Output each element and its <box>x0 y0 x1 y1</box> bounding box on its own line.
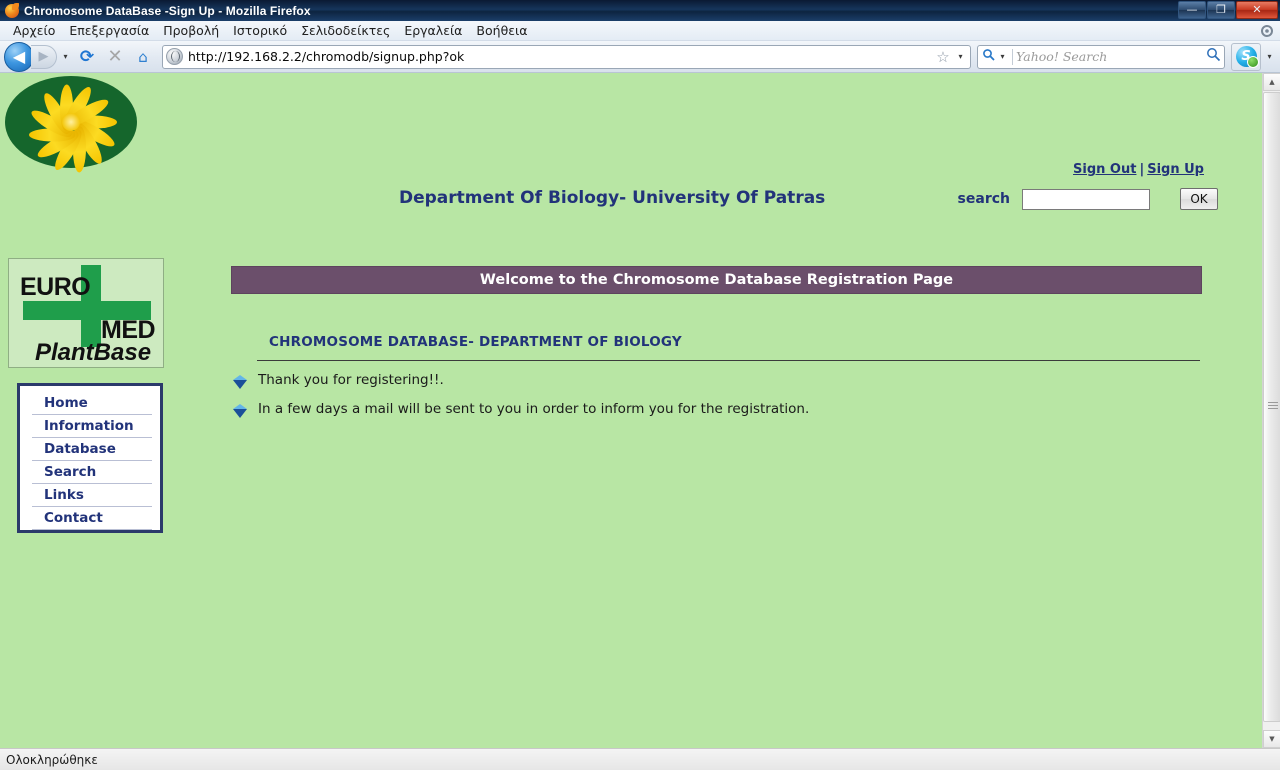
welcome-banner: Welcome to the Chromosome Database Regis… <box>231 266 1202 294</box>
menu-item-edit[interactable]: Επεξεργασία <box>62 22 156 39</box>
nav-item-database[interactable]: Database <box>32 438 152 461</box>
euromed-euro-text: EURO <box>20 273 91 301</box>
skype-dropdown-icon[interactable]: ▾ <box>1263 52 1276 61</box>
search-go-icon[interactable] <box>1206 47 1221 66</box>
web-page: Department Of Biology- University Of Pat… <box>0 73 1262 748</box>
stop-icon[interactable]: ✕ <box>102 44 128 70</box>
window-controls: — ❐ ✕ <box>1178 1 1278 19</box>
search-engine-icon[interactable] <box>981 48 996 65</box>
reload-icon[interactable]: ⟳ <box>74 44 100 70</box>
window-titlebar: Chromosome DataBase -Sign Up - Mozilla F… <box>0 0 1280 21</box>
forward-button[interactable]: ▶ <box>31 44 57 69</box>
section-divider <box>257 360 1200 361</box>
menu-item-history[interactable]: Ιστορικό <box>226 22 294 39</box>
url-dropdown-icon[interactable]: ▾ <box>954 52 967 61</box>
browser-toolbar: ◀ ▶ ▾ ⟳ ✕ ⌂ http://192.168.2.2/chromodb/… <box>0 41 1280 73</box>
euromed-plantbase-text: PlantBase <box>35 339 152 366</box>
menu-item-bookmarks[interactable]: Σελιδοδείκτες <box>294 22 397 39</box>
site-search-label: search <box>957 191 1010 207</box>
list-item: Thank you for registering!!. <box>233 372 1133 389</box>
status-bar: Ολοκληρώθηκε <box>0 748 1280 770</box>
list-item: In a few days a mail will be sent to you… <box>233 401 1133 418</box>
minimize-button[interactable]: — <box>1178 1 1206 19</box>
browser-search-bar[interactable]: ▾ Yahoo! Search <box>977 44 1225 69</box>
history-dropdown-icon[interactable]: ▾ <box>59 52 72 61</box>
euromed-plantbase-logo: EURO MED PlantBase <box>8 258 164 368</box>
site-search-ok-button[interactable]: OK <box>1180 188 1218 210</box>
menu-bar: Αρχείο Επεξεργασία Προβολή Ιστορικό Σελι… <box>0 21 1280 41</box>
auth-separator: | <box>1139 162 1145 177</box>
search-divider <box>1012 48 1013 65</box>
browser-viewport: Department Of Biology- University Of Pat… <box>0 73 1280 748</box>
skype-button[interactable]: S <box>1231 42 1261 71</box>
scrollbar-thumb[interactable] <box>1263 92 1280 722</box>
restore-button[interactable]: ❐ <box>1207 1 1235 19</box>
menu-item-view[interactable]: Προβολή <box>156 22 226 39</box>
flower-logo <box>5 76 137 174</box>
site-navigation: Home Information Database Search Links C… <box>17 383 163 533</box>
search-placeholder[interactable]: Yahoo! Search <box>1016 49 1206 64</box>
section-title: CHROMOSOME DATABASE- DEPARTMENT OF BIOLO… <box>269 334 682 350</box>
scroll-up-button[interactable]: ▲ <box>1263 73 1280 91</box>
gear-icon[interactable] <box>1259 23 1275 39</box>
scroll-down-button[interactable]: ▼ <box>1263 730 1280 748</box>
auth-links: Sign Out | Sign Up <box>1073 162 1204 177</box>
message-list: Thank you for registering!!. In a few da… <box>233 372 1133 431</box>
menu-item-help[interactable]: Βοήθεια <box>469 22 534 39</box>
sign-up-link[interactable]: Sign Up <box>1147 162 1204 177</box>
bookmark-star-icon[interactable]: ☆ <box>935 49 951 65</box>
skype-icon: S <box>1235 46 1259 68</box>
site-search: search OK <box>958 188 1218 210</box>
nav-item-home[interactable]: Home <box>32 392 152 415</box>
window-title: Chromosome DataBase -Sign Up - Mozilla F… <box>24 3 311 18</box>
nav-item-contact[interactable]: Contact <box>32 507 152 530</box>
status-text: Ολοκληρώθηκε <box>6 752 98 767</box>
menu-item-file[interactable]: Αρχείο <box>6 22 62 39</box>
site-favicon-icon <box>166 48 183 65</box>
home-icon[interactable]: ⌂ <box>130 44 156 70</box>
navigation-buttons: ◀ ▶ <box>4 41 57 72</box>
sign-out-link[interactable]: Sign Out <box>1073 162 1136 177</box>
site-search-input[interactable] <box>1022 188 1150 210</box>
url-bar[interactable]: http://192.168.2.2/chromodb/signup.php?o… <box>162 44 971 69</box>
vertical-scrollbar[interactable]: ▲ ▼ <box>1262 73 1280 748</box>
nav-item-search[interactable]: Search <box>32 461 152 484</box>
back-button[interactable]: ◀ <box>4 41 34 72</box>
url-text[interactable]: http://192.168.2.2/chromodb/signup.php?o… <box>188 49 932 64</box>
search-engine-dropdown-icon[interactable]: ▾ <box>996 52 1009 61</box>
page-title: Department Of Biology- University Of Pat… <box>399 188 826 208</box>
firefox-icon <box>4 2 20 19</box>
gem-bullet-icon <box>233 375 247 389</box>
menu-item-tools[interactable]: Εργαλεία <box>397 22 469 39</box>
message-text: In a few days a mail will be sent to you… <box>258 401 810 417</box>
nav-item-links[interactable]: Links <box>32 484 152 507</box>
close-button[interactable]: ✕ <box>1236 1 1278 19</box>
nav-item-information[interactable]: Information <box>32 415 152 438</box>
gem-bullet-icon <box>233 404 247 418</box>
scrollbar-grip-icon <box>1268 402 1278 412</box>
message-text: Thank you for registering!!. <box>258 372 444 388</box>
